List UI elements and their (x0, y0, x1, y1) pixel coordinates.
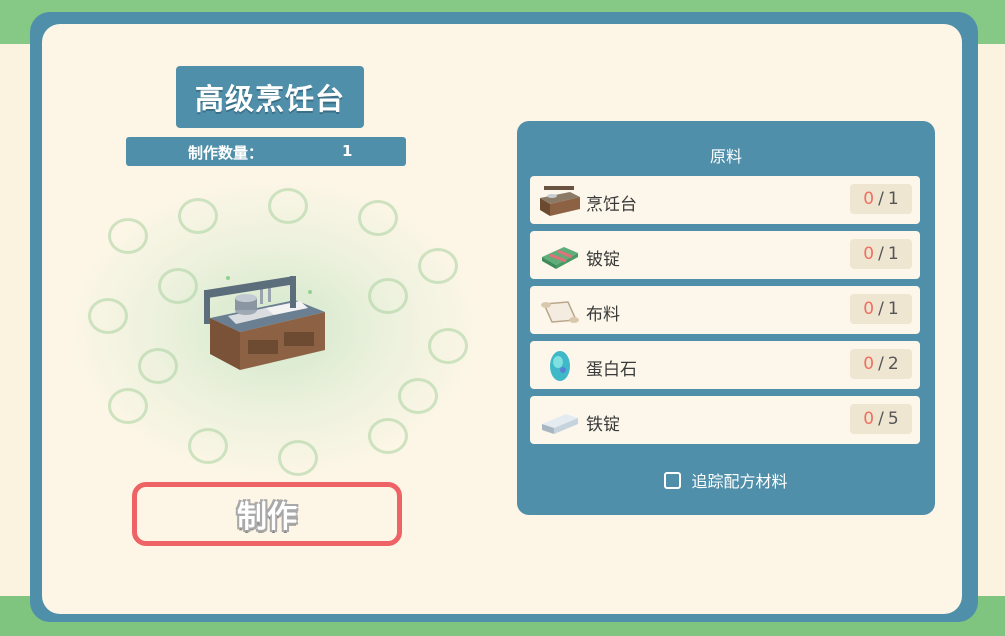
materials-panel: 原料 烹饪台 0 / 1 铍锭 0 / 1 布料 0 / 1 蛋白石 0 / 2… (517, 121, 935, 515)
quantity-bar: 制作数量： 1 (126, 137, 406, 166)
recipe-title: 高级烹饪台 (176, 66, 364, 128)
material-need: 1 (887, 244, 899, 264)
material-name: 蛋白石 (586, 360, 637, 380)
material-count: 0 / 1 (850, 184, 912, 214)
material-need: 1 (887, 299, 899, 319)
material-need: 1 (887, 189, 899, 209)
material-name: 布料 (586, 305, 620, 325)
cloth-icon (541, 301, 579, 323)
material-count: 0 / 1 (850, 294, 912, 324)
material-separator: / (878, 409, 884, 429)
beryllium-ingot-icon (542, 247, 578, 269)
material-have: 0 (863, 354, 875, 374)
bubble-decoration (158, 268, 198, 304)
material-row[interactable]: 烹饪台 0 / 1 (530, 176, 920, 224)
bubble-decoration (368, 418, 408, 454)
track-checkbox[interactable] (664, 471, 682, 489)
material-name: 铍锭 (586, 250, 620, 270)
material-name: 烹饪台 (586, 195, 637, 215)
bubble-decoration (178, 198, 218, 234)
craft-button[interactable]: 制作 (132, 482, 402, 546)
track-recipe-toggle[interactable]: 追踪配方材料 (517, 468, 935, 492)
material-count: 0 / 2 (850, 349, 912, 379)
craft-button-label: 制作 (237, 500, 297, 535)
opal-icon (550, 351, 570, 381)
material-count: 0 / 1 (850, 239, 912, 269)
material-need: 5 (887, 409, 899, 429)
material-have: 0 (863, 189, 875, 209)
material-row[interactable]: 铁锭 0 / 5 (530, 396, 920, 444)
quantity-value: 1 (342, 142, 353, 160)
material-name: 铁锭 (586, 415, 620, 435)
bubble-decoration (88, 298, 128, 334)
cooking-table-icon (540, 186, 580, 216)
material-have: 0 (863, 299, 875, 319)
material-have: 0 (863, 244, 875, 264)
bubble-decoration (108, 388, 148, 424)
material-separator: / (878, 354, 884, 374)
quantity-label: 制作数量： (188, 144, 264, 162)
material-separator: / (878, 189, 884, 209)
bubble-decoration (268, 188, 308, 224)
bubble-decoration (138, 348, 178, 384)
material-have: 0 (863, 409, 875, 429)
material-need: 2 (887, 354, 899, 374)
bubble-decoration (108, 218, 148, 254)
bubble-decoration (278, 440, 318, 476)
bubble-decoration (398, 378, 438, 414)
material-separator: / (878, 244, 884, 264)
bubble-decoration (368, 278, 408, 314)
bubble-decoration (428, 328, 468, 364)
material-row[interactable]: 布料 0 / 1 (530, 286, 920, 334)
material-count: 0 / 5 (850, 404, 912, 434)
recipe-title-text: 高级烹饪台 (194, 82, 345, 116)
advanced-cooking-table-icon (204, 276, 325, 370)
material-separator: / (878, 299, 884, 319)
materials-header: 原料 (709, 147, 742, 166)
iron-ingot-icon (542, 414, 578, 434)
bubble-decoration (188, 428, 228, 464)
bubble-decoration (418, 248, 458, 284)
material-row[interactable]: 蛋白石 0 / 2 (530, 341, 920, 389)
bubble-decoration (358, 200, 398, 236)
material-row[interactable]: 铍锭 0 / 1 (530, 231, 920, 279)
track-label: 追踪配方材料 (691, 472, 788, 491)
